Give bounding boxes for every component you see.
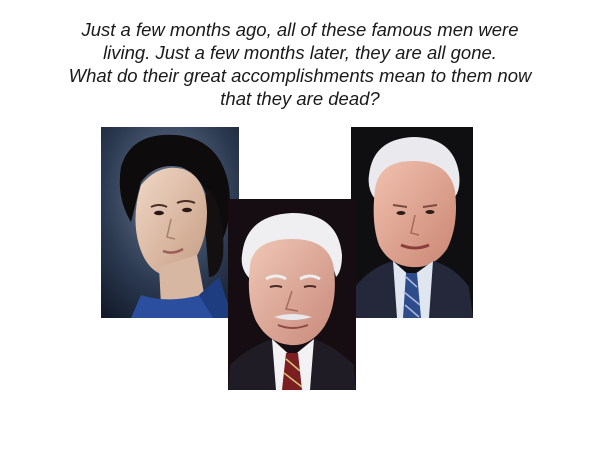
slide-caption: Just a few months ago, all of these famo… xyxy=(30,18,570,110)
portrait-photo-right xyxy=(351,127,473,318)
caption-line-3: What do their great accomplishments mean… xyxy=(68,65,532,86)
slide: Just a few months ago, all of these famo… xyxy=(0,0,600,450)
caption-line-4: that they are dead? xyxy=(220,88,380,109)
portrait-left-image xyxy=(101,127,239,318)
caption-line-2: living. Just a few months later, they ar… xyxy=(103,42,497,63)
portrait-center-image xyxy=(228,199,356,390)
portrait-right-image xyxy=(351,127,473,318)
portrait-photo-left xyxy=(101,127,239,318)
caption-line-1: Just a few months ago, all of these famo… xyxy=(81,19,519,40)
portrait-photo-center xyxy=(228,199,356,390)
